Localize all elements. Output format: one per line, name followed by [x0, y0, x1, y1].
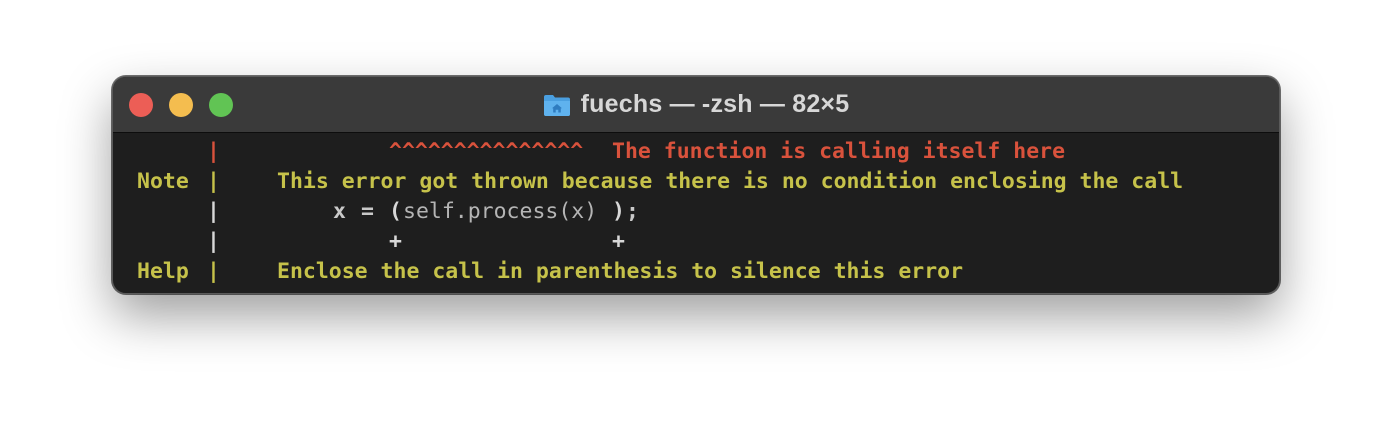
- code-call: self.process(x): [403, 199, 598, 224]
- note-message: This error got thrown because there is n…: [277, 169, 1184, 194]
- folder-home-icon: [543, 93, 571, 117]
- output-line-3: | x = ( self.process(x) ) ;: [113, 197, 639, 227]
- code-open-paren: (: [389, 199, 402, 224]
- gutter-bar: |: [207, 229, 220, 254]
- window-title: fuechs — -zsh — 82×5: [580, 90, 850, 118]
- gutter-bar: |: [207, 139, 220, 164]
- output-line-4: | + +: [113, 227, 625, 257]
- note-label: Note: [137, 169, 189, 194]
- insert-marker-left: +: [389, 229, 402, 254]
- gutter-bar: |: [207, 169, 220, 194]
- output-line-2: Note | This error got thrown because the…: [113, 167, 1183, 197]
- code-equals: =: [361, 199, 374, 224]
- terminal-output[interactable]: | ^^^^^^^^^^^^^^^ The function is callin…: [113, 137, 1279, 287]
- error-message: The function is calling itself here: [612, 139, 1066, 164]
- title-bar[interactable]: fuechs — -zsh — 82×5: [113, 77, 1279, 133]
- window-title-group: fuechs — -zsh — 82×5: [113, 77, 1279, 132]
- output-line-1: | ^^^^^^^^^^^^^^^ The function is callin…: [113, 137, 1065, 167]
- terminal-window: fuechs — -zsh — 82×5 | ^^^^^^^^^^^^^^^ T…: [112, 76, 1280, 294]
- output-line-5: Help | Enclose the call in parenthesis t…: [113, 257, 963, 287]
- insert-marker-right: +: [612, 229, 625, 254]
- help-label: Help: [137, 259, 189, 284]
- code-variable: x: [333, 199, 346, 224]
- gutter-bar: |: [207, 199, 220, 224]
- gutter-bar: |: [207, 259, 220, 284]
- error-carets: ^^^^^^^^^^^^^^^: [389, 139, 584, 164]
- code-close-paren: ): [612, 199, 625, 224]
- code-semicolon: ;: [626, 199, 639, 224]
- help-message: Enclose the call in parenthesis to silen…: [277, 259, 964, 284]
